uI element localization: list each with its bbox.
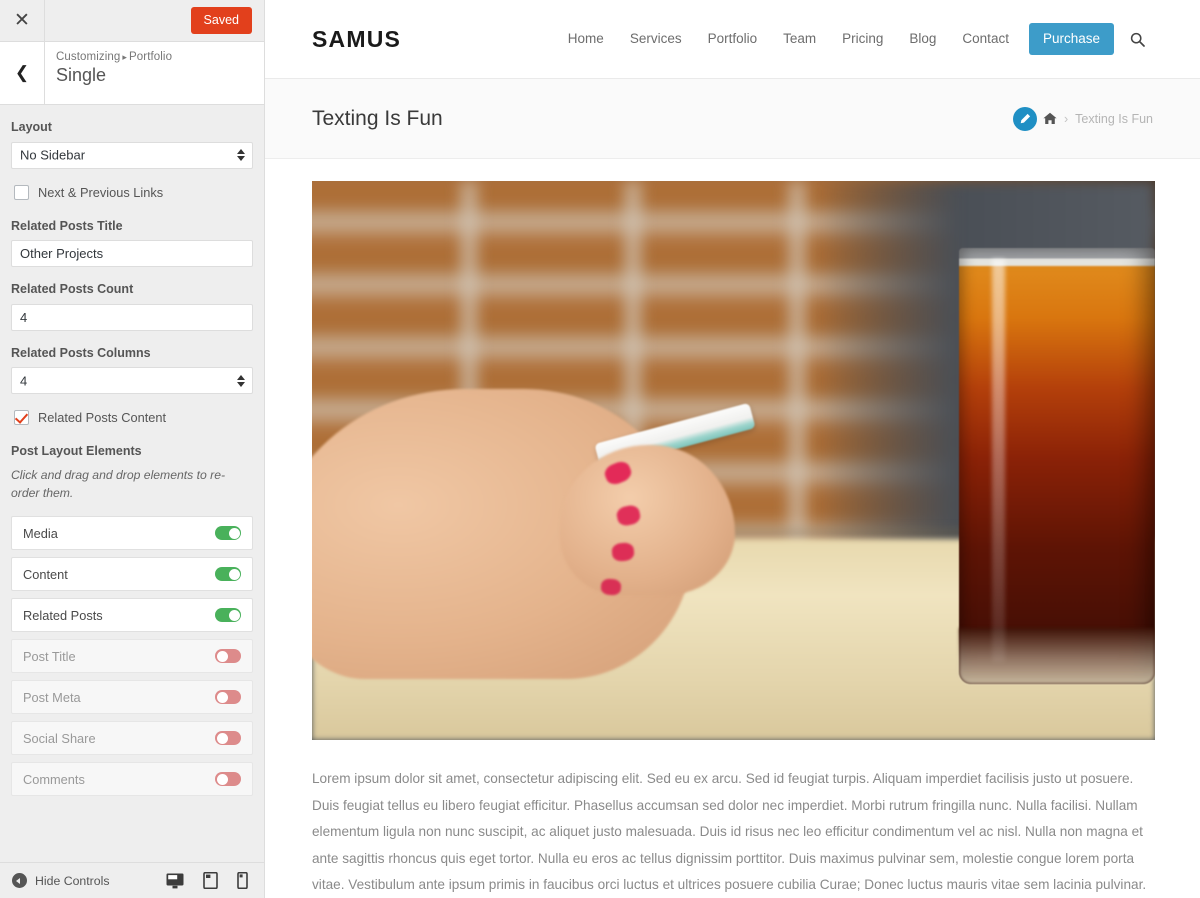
list-item[interactable]: Post Meta: [11, 680, 253, 715]
checkbox-related-posts-content[interactable]: Related Posts Content: [14, 410, 253, 425]
device-preview-switcher: [166, 872, 254, 889]
page-title: Texting Is Fun: [312, 106, 443, 130]
list-item-label: Media: [23, 525, 58, 541]
control-related-posts-title: Related Posts Title: [11, 218, 253, 267]
search-icon[interactable]: [1130, 32, 1145, 47]
glass-base: [959, 628, 1155, 685]
glass-of-iced-drink: [959, 248, 1155, 685]
checkbox-icon[interactable]: [14, 184, 29, 200]
glass-highlight: [992, 259, 1005, 662]
list-item[interactable]: Media: [11, 516, 253, 551]
post-content: Lorem ipsum dolor sit amet, consectetur …: [265, 159, 1200, 898]
list-item[interactable]: Content: [11, 557, 253, 592]
post-body-text: Lorem ipsum dolor sit amet, consectetur …: [312, 771, 1147, 892]
breadcrumb: › Texting Is Fun: [1013, 106, 1153, 131]
checkbox-next-previous-links[interactable]: Next & Previous Links: [14, 184, 253, 200]
toggle-switch[interactable]: [215, 690, 241, 705]
close-icon[interactable]: ✕: [0, 0, 45, 41]
customizer-topbar: ✕ Saved: [0, 0, 264, 42]
post-layout-elements-description: Click and drag and drop elements to re-o…: [11, 467, 226, 500]
main-navigation: Home Services Portfolio Team Pricing Blo…: [555, 23, 1145, 55]
hide-controls-label: Hide Controls: [35, 873, 110, 888]
panel-title-group: Customizing ▸ Portfolio Single: [45, 42, 264, 104]
edit-pencil-icon[interactable]: [1013, 106, 1037, 131]
list-item-label: Post Title: [23, 648, 76, 664]
preview-pane: SAMUS Home Services Portfolio Team Prici…: [265, 0, 1200, 898]
toggle-switch[interactable]: [215, 608, 241, 623]
mobile-icon[interactable]: [237, 872, 248, 889]
nav-item-contact[interactable]: Contact: [949, 32, 1022, 46]
layout-select-value: No Sidebar: [20, 147, 86, 163]
customizer-panel-header: ❮ Customizing ▸ Portfolio Single: [0, 42, 264, 105]
checkbox-next-previous-label: Next & Previous Links: [38, 184, 164, 200]
customizer-controls: Layout No Sidebar Next & Previous Links …: [0, 105, 264, 862]
post-layout-elements-label: Post Layout Elements: [11, 444, 142, 458]
site-header: SAMUS Home Services Portfolio Team Prici…: [265, 0, 1200, 79]
list-item-label: Related Posts: [23, 607, 103, 623]
breadcrumb-root: Customizing: [56, 51, 121, 63]
home-icon[interactable]: [1043, 112, 1057, 125]
layout-elements-sortable-list: Media Content Related Posts Post Title P…: [11, 516, 253, 797]
breadcrumb-separator-icon: ›: [1064, 111, 1069, 126]
list-item-label: Post Meta: [23, 689, 81, 705]
control-layout: Layout No Sidebar: [11, 119, 253, 169]
checkmark-icon[interactable]: [14, 410, 29, 425]
chevron-updown-icon: [237, 374, 245, 387]
breadcrumb: Customizing ▸ Portfolio: [56, 51, 264, 63]
toggle-switch[interactable]: [215, 649, 241, 664]
back-chevron-icon[interactable]: ❮: [0, 42, 45, 104]
checkbox-related-posts-content-label: Related Posts Content: [38, 410, 167, 425]
chevron-updown-icon: [237, 149, 245, 161]
list-item-label: Content: [23, 566, 68, 582]
control-post-layout-elements: Post Layout Elements Click and drag and …: [11, 443, 253, 502]
nav-item-services[interactable]: Services: [617, 32, 695, 46]
collapse-arrow-icon: [12, 873, 27, 888]
breadcrumb-current: Texting Is Fun: [1075, 111, 1153, 126]
related-posts-columns-label: Related Posts Columns: [11, 345, 151, 360]
site-logo[interactable]: SAMUS: [312, 26, 401, 53]
featured-image: [312, 181, 1155, 740]
purchase-button[interactable]: Purchase: [1028, 23, 1114, 55]
toggle-switch[interactable]: [215, 772, 241, 787]
related-posts-columns-select[interactable]: 4: [11, 367, 253, 394]
toggle-switch[interactable]: [215, 526, 241, 541]
fingernail: [600, 577, 622, 596]
page-title-bar: Texting Is Fun › Texting Is Fun: [265, 79, 1200, 159]
desktop-icon[interactable]: [166, 873, 184, 889]
list-item[interactable]: Related Posts: [11, 598, 253, 633]
page-title: Single: [56, 65, 107, 85]
list-item-label: Social Share: [23, 730, 96, 746]
toggle-switch[interactable]: [215, 567, 241, 582]
layout-label: Layout: [11, 120, 52, 134]
nav-item-pricing[interactable]: Pricing: [829, 32, 896, 46]
nav-item-portfolio[interactable]: Portfolio: [695, 32, 771, 46]
customizer-sidebar: ✕ Saved ❮ Customizing ▸ Portfolio Single L…: [0, 0, 265, 898]
control-related-posts-count: Related Posts Count: [11, 281, 253, 331]
related-posts-count-input[interactable]: [11, 303, 253, 331]
save-button[interactable]: Saved: [190, 7, 252, 34]
breadcrumb-separator-icon: ▸: [122, 52, 127, 62]
related-posts-count-label: Related Posts Count: [11, 282, 134, 296]
toggle-switch[interactable]: [215, 731, 241, 746]
list-item[interactable]: Social Share: [11, 721, 253, 756]
hide-controls-button[interactable]: Hide Controls: [12, 873, 110, 888]
nav-item-team[interactable]: Team: [770, 32, 829, 46]
list-item-label: Comments: [23, 771, 85, 787]
layout-select[interactable]: No Sidebar: [11, 141, 253, 169]
breadcrumb-section: Portfolio: [129, 51, 173, 63]
related-posts-columns-value: 4: [20, 373, 28, 388]
nav-item-blog[interactable]: Blog: [896, 32, 949, 46]
list-item[interactable]: Comments: [11, 762, 253, 797]
customizer-footer: Hide Controls: [0, 862, 264, 898]
related-posts-title-label: Related Posts Title: [11, 218, 123, 233]
list-item[interactable]: Post Title: [11, 639, 253, 674]
related-posts-title-input[interactable]: [11, 240, 253, 267]
control-related-posts-columns: Related Posts Columns 4: [11, 345, 253, 394]
nav-item-home[interactable]: Home: [555, 32, 617, 46]
tablet-icon[interactable]: [203, 872, 218, 889]
